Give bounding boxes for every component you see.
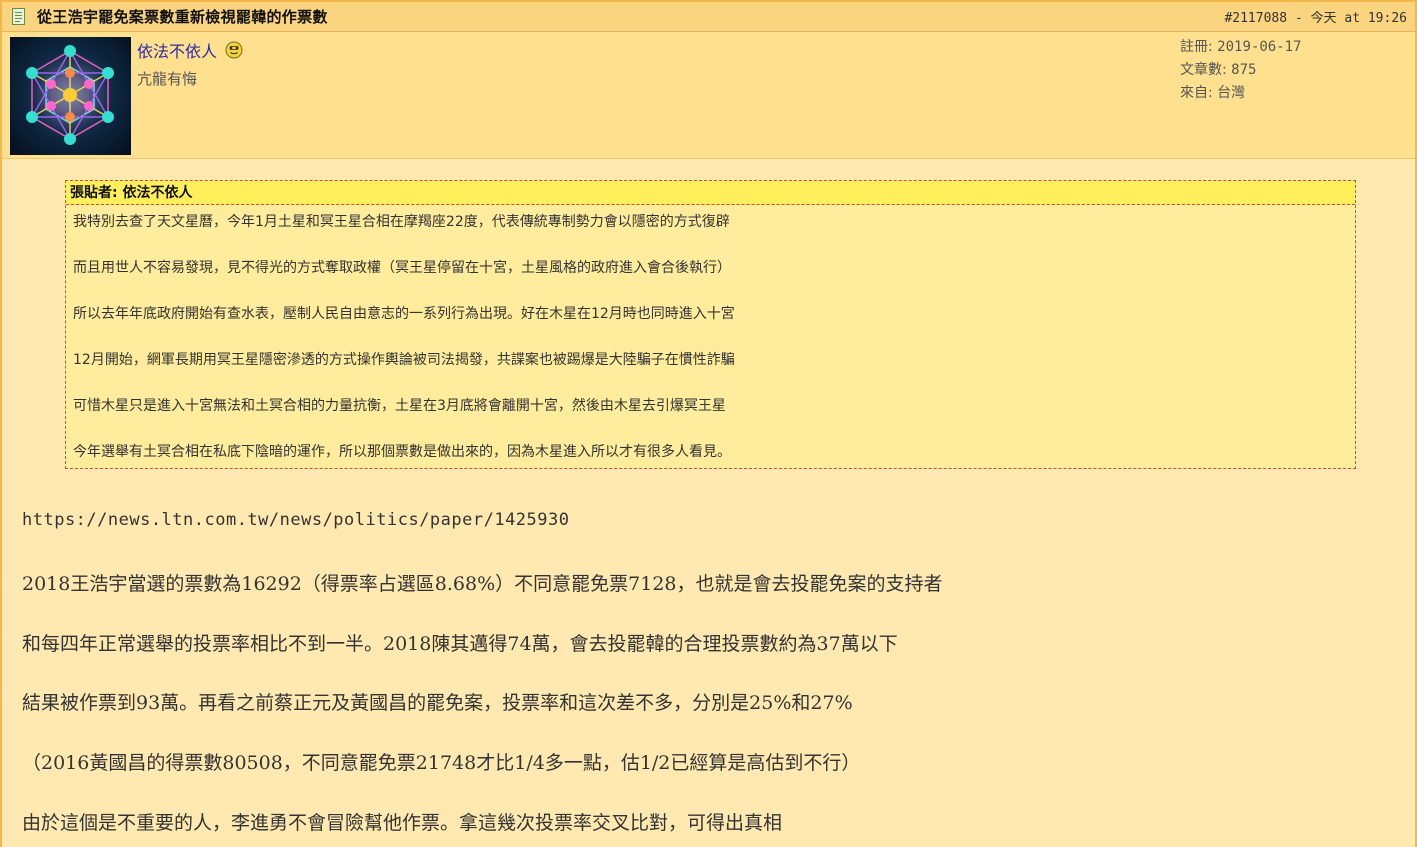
post-title-group: 從王浩宇罷免案票數重新檢視罷韓的作票數 <box>12 6 328 27</box>
author-name-link[interactable]: 依法不依人 <box>137 38 217 62</box>
quote-header: 張貼者: 依法不依人 <box>66 181 1355 205</box>
quote-line: 我特別去查了天文星曆，今年1月土星和冥王星合相在摩羯座22度，代表傳統專制勢力會… <box>73 214 730 230</box>
post-id-timestamp[interactable]: #2117088 - 今天 at 19:26 <box>1224 7 1407 26</box>
body-paragraph: 結果被作票到93萬。再看之前蔡正元及黃國昌的罷免案，投票率和這次差不多，分別是2… <box>22 692 853 714</box>
author-rank-title: 亢龍有悔 <box>137 70 198 88</box>
post-title-bar: 從王浩宇罷免案票數重新檢視罷韓的作票數 #2117088 - 今天 at 19:… <box>2 2 1415 32</box>
author-name-row: 依法不依人 <box>137 38 243 62</box>
avatar[interactable] <box>10 37 131 155</box>
body-paragraph: 2018王浩宇當選的票數為16292（得票率占選區8.68%）不同意罷免票712… <box>22 573 943 595</box>
author-location-row: 來自: 台灣 <box>1180 82 1301 105</box>
quote-line: 12月開始，網軍長期用冥王星隱密滲透的方式操作輿論被司法揭發，共諜案也被踢爆是大… <box>73 352 735 368</box>
smiley-icon <box>225 41 243 59</box>
stat-value: 2019-06-17 <box>1217 39 1302 55</box>
quote-line: 而且用世人不容易發現，見不得光的方式奪取政權（冥王星停留在十宮，土星風格的政府進… <box>73 260 731 276</box>
author-registered-row: 註冊: 2019-06-17 <box>1180 36 1301 59</box>
quote-block: 張貼者: 依法不依人 我特別去查了天文星曆，今年1月土星和冥王星合相在摩羯座22… <box>65 180 1356 469</box>
stat-value: 875 <box>1231 62 1257 78</box>
author-block: 依法不依人 亢龍有悔 註冊: 2019-06-17 文章數: 875 來自: 台… <box>2 32 1415 159</box>
body-paragraph: 和每四年正常選舉的投票率相比不到一半。2018陳其邁得74萬，會去投罷韓的合理投… <box>22 633 898 655</box>
stat-label: 來自: <box>1180 85 1218 101</box>
quote-line: 所以去年年底政府開始有查水表，壓制人民自由意志的一系列行為出現。好在木星在12月… <box>73 306 735 322</box>
post-title: 從王浩宇罷免案票數重新檢視罷韓的作票數 <box>37 8 328 26</box>
quote-line: 今年選舉有土冥合相在私底下陰暗的運作，所以那個票數是做出來的，因為木星進入所以才… <box>73 444 731 460</box>
body-paragraph: （2016黃國昌的得票數80508，不同意罷免票21748才比1/4多一點，估1… <box>22 752 861 774</box>
author-post-count-row: 文章數: 875 <box>1180 59 1301 82</box>
author-info: 依法不依人 亢龍有悔 <box>137 38 243 89</box>
post-container: 從王浩宇罷免案票數重新檢視罷韓的作票數 #2117088 - 今天 at 19:… <box>0 0 1417 847</box>
sacred-geometry-avatar-image <box>24 45 116 145</box>
body-paragraph: 由於這個是不重要的人，李進勇不會冒險幫他作票。拿這幾次投票率交叉比對，可得出真相 <box>22 812 783 834</box>
stat-label: 註冊: <box>1180 39 1218 55</box>
author-stats: 註冊: 2019-06-17 文章數: 875 來自: 台灣 <box>1180 36 1301 105</box>
document-icon <box>12 8 25 25</box>
quote-line: 可惜木星只是進入十宮無法和土冥合相的力量抗衡，土星在3月底將會離開十宮，然後由木… <box>73 398 726 414</box>
stat-label: 文章數: <box>1180 62 1232 78</box>
news-link[interactable]: https://news.ltn.com.tw/news/politics/pa… <box>22 510 569 530</box>
stat-value: 台灣 <box>1217 85 1246 101</box>
